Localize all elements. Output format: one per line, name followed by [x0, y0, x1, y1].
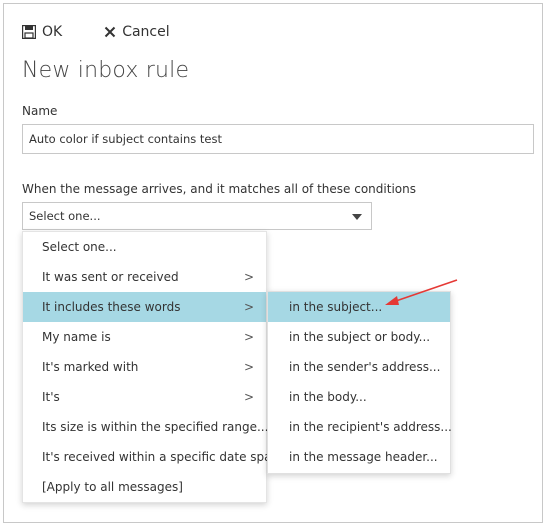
menu-item-label: It was sent or received [42, 270, 179, 284]
submenu-item-label: in the subject or body... [289, 330, 431, 344]
condition-menu: Select one... It was sent or received > … [22, 231, 291, 503]
menu-item-marked-with[interactable]: It's marked with > [23, 352, 266, 382]
chevron-right-icon: > [243, 330, 254, 344]
close-icon [104, 26, 116, 38]
menu-item-label: My name is [42, 330, 111, 344]
cancel-label: Cancel [122, 24, 170, 40]
menu-item-label: It's [42, 390, 60, 404]
menu-item-label: Select one... [42, 240, 117, 254]
toolbar: OK Cancel [22, 22, 170, 42]
menu-item-label: It includes these words [42, 300, 181, 314]
condition-select[interactable]: Select one... [22, 202, 372, 230]
submenu-item-subject-or-body[interactable]: in the subject or body... [268, 322, 450, 352]
annotation-arrow-icon [385, 279, 458, 305]
submenu-item-label: in the message header... [289, 450, 438, 464]
menu-item-select-one[interactable]: Select one... [23, 232, 266, 262]
submenu-item-recipient-address[interactable]: in the recipient's address... [268, 412, 452, 442]
condition-select-value: Select one... [29, 209, 101, 223]
submenu-item-sender-address[interactable]: in the sender's address... [268, 352, 450, 382]
menu-item-label: It's marked with [42, 360, 139, 374]
menu-item-its[interactable]: It's > [23, 382, 266, 412]
conditions-label: When the message arrives, and it matches… [22, 182, 416, 196]
menu-item-date-span[interactable]: It's received within a specific date spa… [23, 442, 291, 472]
chevron-right-icon: > [243, 300, 254, 314]
menu-item-label: [Apply to all messages] [42, 480, 183, 494]
page-title: New inbox rule [22, 58, 190, 83]
menu-item-label: Its size is within the specified range..… [42, 420, 269, 434]
ok-label: OK [42, 24, 63, 40]
menu-item-my-name-is[interactable]: My name is > [23, 322, 266, 352]
chevron-right-icon: > [243, 390, 254, 404]
chevron-right-icon: > [243, 360, 254, 374]
submenu-item-label: in the sender's address... [289, 360, 441, 374]
includes-words-submenu: in the subject... in the subject or body… [267, 291, 452, 474]
submenu-item-body[interactable]: in the body... [268, 382, 450, 412]
chevron-down-icon [352, 214, 362, 220]
menu-item-apply-all[interactable]: [Apply to all messages] [23, 472, 266, 502]
menu-item-size-range[interactable]: Its size is within the specified range..… [23, 412, 269, 442]
name-field[interactable]: Auto color if subject contains test [22, 124, 534, 154]
save-icon [22, 25, 36, 39]
name-label: Name [22, 104, 58, 118]
submenu-item-label: in the subject... [289, 300, 383, 314]
ok-button[interactable]: OK [22, 24, 62, 40]
submenu-item-label: in the body... [289, 390, 367, 404]
submenu-item-label: in the recipient's address... [289, 420, 452, 434]
menu-item-sent-or-received[interactable]: It was sent or received > [23, 262, 266, 292]
menu-item-includes-words[interactable]: It includes these words > [23, 292, 266, 322]
cancel-button[interactable]: Cancel [104, 24, 170, 40]
menu-item-label: It's received within a specific date spa… [42, 450, 291, 464]
submenu-item-message-header[interactable]: in the message header... [268, 442, 450, 472]
chevron-right-icon: > [243, 270, 254, 284]
